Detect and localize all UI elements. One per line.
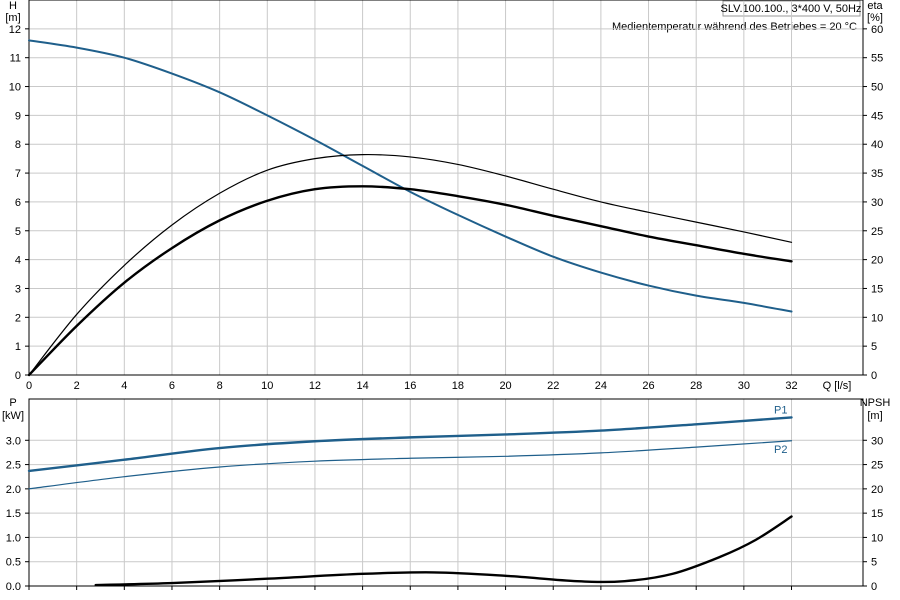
top-chart-x-tick-label: 24 [595,380,607,392]
top-chart-left-tick-label: 10 [9,82,21,94]
top-chart-x-tick-label: 12 [309,380,321,392]
bottom-chart-left-tick-label: 1.0 [6,532,21,544]
top-chart-left-tick-label: 5 [15,226,21,238]
bottom-chart-frame [28,398,864,587]
top-chart-right-tick-label: 60 [871,24,883,36]
top-chart-x-tick-label: 26 [642,380,654,392]
model-label: SLV.100.100., 3*400 V, 50Hz [721,3,862,15]
top-chart-right-tick-label: 10 [871,312,883,324]
top-chart-right-tick-label: 20 [871,255,883,267]
bottom-chart-right-tick-label: 15 [871,508,883,520]
top-chart-x-tick-label: 20 [499,380,511,392]
top-chart-right-tick-label: 35 [871,168,883,180]
top-chart-left-tick-label: 1 [15,341,21,353]
top-chart-x-tick-label: 14 [356,380,368,392]
top-chart-right-axis-label: eta [867,0,883,12]
top-chart-left-tick-label: 3 [15,283,21,295]
top-chart-right-tick-label: 45 [871,110,883,122]
bottom-chart-right-tick-label: 30 [871,435,883,447]
top-chart-left-tick-label: 12 [9,24,21,36]
pump-curve-chart: SLV.100.100., 3*400 V, 50Hz Medientemper… [0,0,900,600]
top-chart-left-axis-label: H [9,0,17,12]
bottom-chart-left-tick-label: 3.0 [6,435,21,447]
bottom-chart-right-tick-label: 25 [871,460,883,472]
top-chart-frame [28,0,864,376]
top-chart-right-tick-label: 5 [871,341,877,353]
bottom-chart-left-tick-label: 1.5 [6,508,21,520]
top-chart-left-tick-label: 2 [15,312,21,324]
top-chart-left-tick-label: 11 [10,53,21,65]
bottom-chart-left-axis-label: P [9,397,16,409]
bottom-chart-right-axis-label: NPSH [860,397,891,409]
top-chart-left-tick-label: 0 [15,370,21,382]
top-chart-x-tick-label: 2 [74,380,80,392]
bottom-chart-left-axis-unit: [kW] [2,410,24,422]
top-chart-x-tick-label: 4 [121,380,127,392]
top-chart-right-tick-label: 40 [871,139,883,151]
bottom-chart-left-tick-label: 0.5 [6,557,21,569]
top-chart-right-tick-label: 50 [871,82,883,94]
bottom-chart-right-axis-unit: [m] [867,410,882,422]
top-chart-right-tick-label: 25 [871,226,883,238]
top-chart-x-tick-label: 32 [785,380,797,392]
top-chart-x-tick-label: 30 [738,380,750,392]
bottom-chart-right-tick-label: 5 [871,557,877,569]
top-chart-x-tick-label: 18 [452,380,464,392]
series-P2-label: P2 [774,444,787,456]
series-P1-label: P1 [774,404,787,416]
top-chart-left-tick-label: 4 [15,255,21,267]
top-chart-right-axis-unit: [%] [867,12,883,24]
bottom-chart-left-tick-label: 0.0 [6,581,21,593]
top-chart-left-tick-label: 8 [15,139,21,151]
x-axis-label: Q [l/s] [823,380,852,392]
series-NPSH-line [94,515,793,587]
top-chart-left-axis-unit: [m] [5,12,20,24]
top-chart-x-tick-label: 16 [404,380,416,392]
top-chart-x-tick-label: 28 [690,380,702,392]
bottom-chart-right-tick-label: 20 [871,484,883,496]
top-chart-x-tick-label: 10 [261,380,273,392]
chart-canvas: SLV.100.100., 3*400 V, 50Hz Medientemper… [2,0,891,593]
bottom-chart-left-tick-label: 2.5 [6,460,21,472]
top-chart-left-tick-label: 6 [15,197,21,209]
top-chart-x-tick-label: 0 [26,380,32,392]
top-chart-x-tick-label: 22 [547,380,559,392]
top-chart-right-tick-label: 15 [871,283,883,295]
bottom-chart-left-tick-label: 2.0 [6,484,21,496]
bottom-chart-right-tick-label: 0 [871,581,877,593]
top-chart-left-tick-label: 7 [15,168,21,180]
top-chart-right-tick-label: 55 [871,53,883,65]
bottom-chart-right-tick-label: 10 [871,532,883,544]
top-chart-x-tick-label: 6 [169,380,175,392]
top-chart-right-tick-label: 30 [871,197,883,209]
top-chart-left-tick-label: 9 [15,110,21,122]
top-chart-x-tick-label: 8 [217,380,223,392]
top-chart-right-tick-label: 0 [871,370,877,382]
